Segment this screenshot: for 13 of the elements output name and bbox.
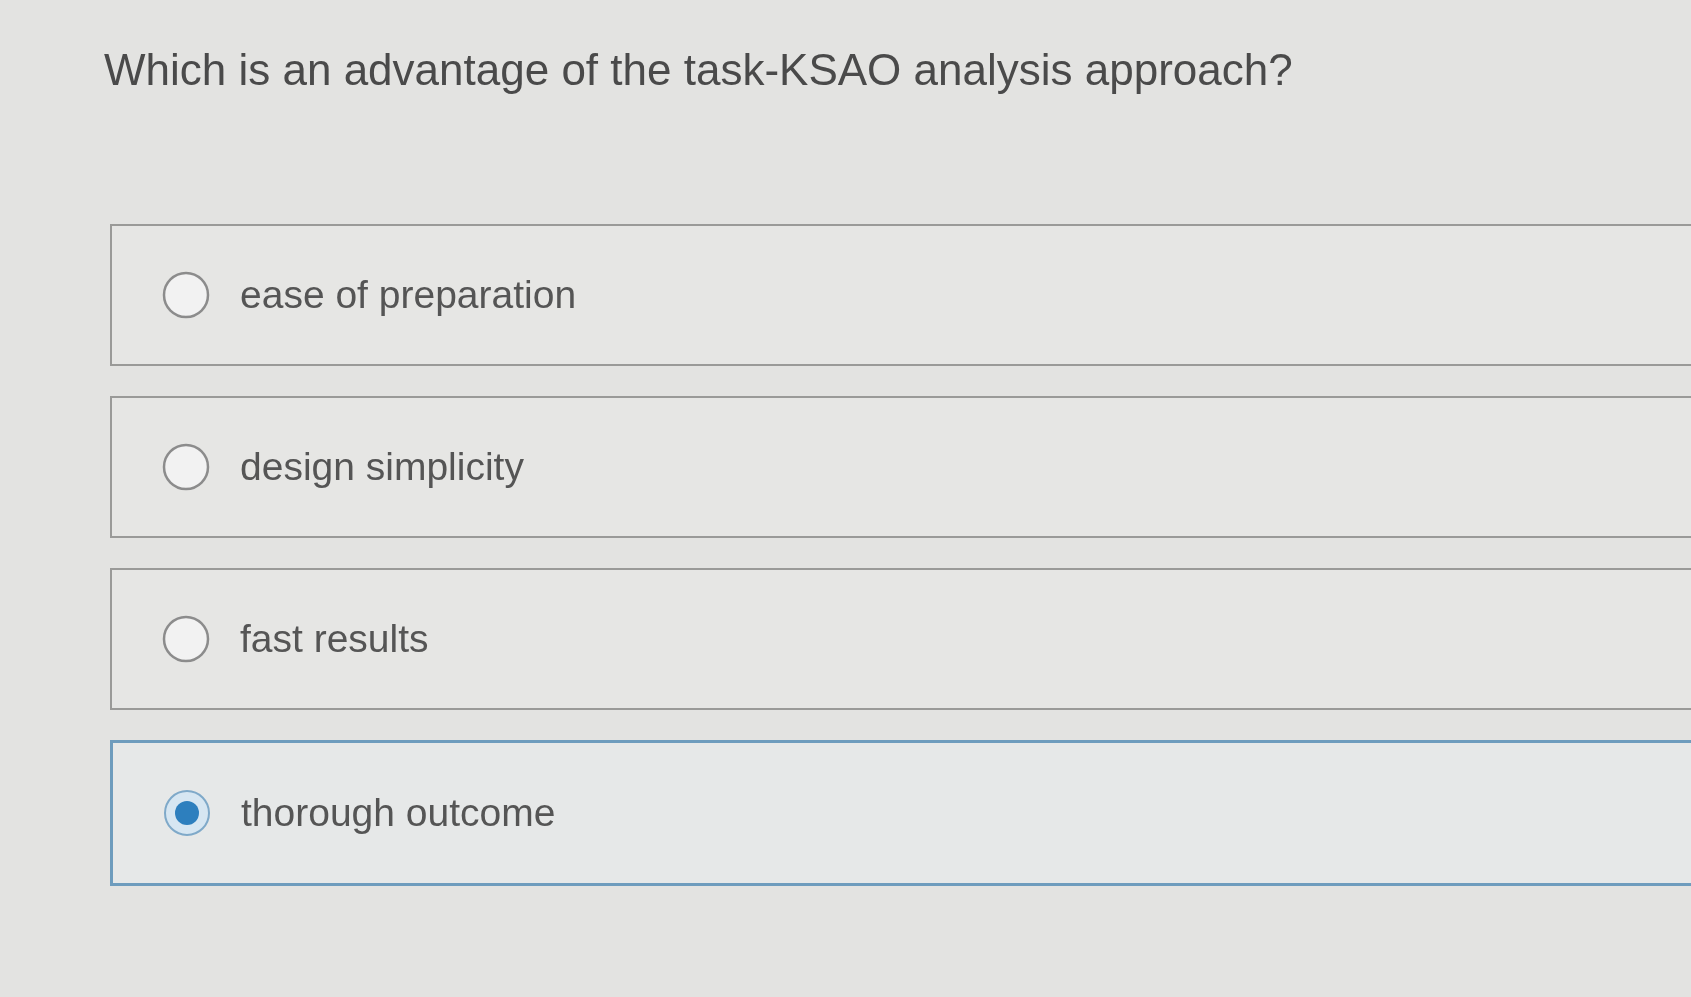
radio-icon[interactable]: [162, 271, 210, 319]
radio-icon[interactable]: [162, 443, 210, 491]
selected-answer-option[interactable]: thorough outcome: [110, 740, 1691, 886]
answer-option[interactable]: ease of preparation: [110, 224, 1691, 366]
answer-option[interactable]: fast results: [110, 568, 1691, 710]
option-label: ease of preparation: [240, 272, 577, 318]
question-text: Which is an advantage of the task-KSAO analysis approach?: [104, 44, 1293, 96]
radio-selected-icon[interactable]: [163, 789, 211, 837]
answer-option[interactable]: design simplicity: [110, 396, 1691, 538]
option-label: thorough outcome: [241, 790, 556, 836]
radio-icon[interactable]: [162, 615, 210, 663]
option-label: design simplicity: [240, 444, 524, 490]
option-label: fast results: [240, 616, 429, 662]
